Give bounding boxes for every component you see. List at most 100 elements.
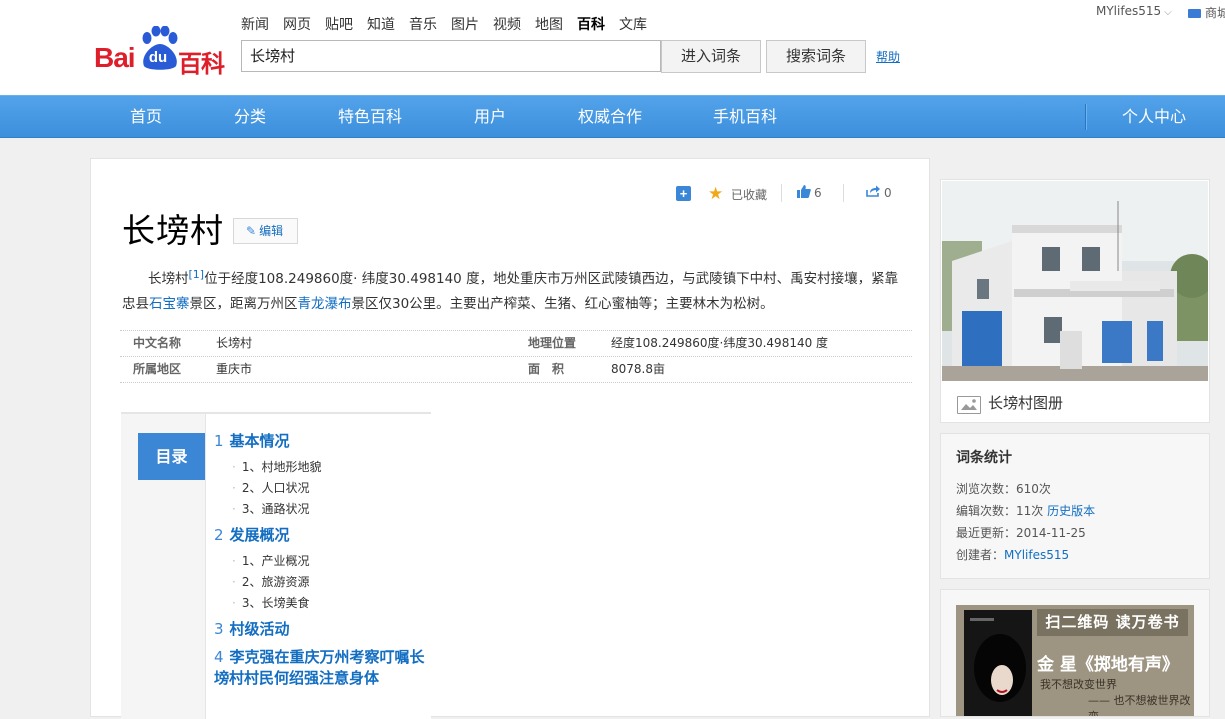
page-title: 长塝村	[122, 211, 224, 250]
toc-sub-label: 2、旅游资源	[241, 575, 310, 589]
like-count: 6	[814, 186, 822, 200]
share-icon[interactable]	[866, 185, 880, 201]
nav-music[interactable]: 音乐	[409, 14, 437, 34]
toc-subitem[interactable]: · 1、村地形地貌	[232, 458, 321, 475]
shop-link[interactable]: 商城	[1188, 4, 1225, 21]
edit-count-text: 编辑次数：11次	[956, 504, 1048, 518]
summary-text: 景区仅30公里。主要出产榨菜、生猪、红心蜜柚等；主要林木为松树。	[351, 296, 774, 312]
book-ad-banner[interactable]: 扫二维码 读万卷书 金 星《掷地有声》 我不想改变世界 —— 也不想被世界改变	[956, 605, 1194, 717]
toc-section-3[interactable]: 3 村级活动	[214, 619, 426, 640]
nav-mobile[interactable]: 手机百科	[713, 96, 777, 137]
album-title[interactable]: 长塝村图册	[988, 392, 1063, 413]
ad-card: 扫二维码 读万卷书 金 星《掷地有声》 我不想改变世界 —— 也不想被世界改变	[940, 589, 1210, 717]
toc-sub-label: 1、产业概况	[241, 554, 310, 568]
toc-sub-label: 2、人口状况	[241, 481, 310, 495]
logo-baike: 百科	[178, 50, 225, 78]
share-count: 0	[884, 186, 892, 200]
nav-home[interactable]: 首页	[130, 96, 162, 137]
product-nav: 新闻 网页 贴吧 知道 音乐 图片 视频 地图 百科 文库	[241, 14, 661, 34]
info-value: 8078.8亩	[611, 362, 665, 376]
nav-wenku[interactable]: 文库	[619, 14, 647, 34]
ad-headline: 扫二维码 读万卷书	[1037, 609, 1188, 636]
edit-label: 编辑	[259, 224, 284, 238]
stats-title: 词条统计	[956, 450, 1012, 466]
toc-label: 目录	[138, 433, 205, 480]
top-header: Bai du 百科 新闻 网页 贴吧 知道 音乐 图片 视频 地图 百科 文库 …	[0, 0, 1225, 95]
toc-section-2[interactable]: 2 发展概况	[214, 525, 426, 546]
creator-link[interactable]: MYlifes515	[1004, 548, 1069, 562]
album-card[interactable]: 长塝村图册	[940, 179, 1210, 423]
thumbs-up-icon[interactable]	[797, 185, 811, 202]
album-icon	[957, 396, 981, 414]
article-summary: 长塝村[1]位于经度108.249860度· 纬度30.498140 度，地处重…	[122, 262, 910, 317]
nav-web[interactable]: 网页	[283, 14, 311, 34]
table-of-contents: 目录 1 基本情况 · 1、村地形地貌 · 2、人口状况 · 3、通路状况 2 发展概况 …	[121, 412, 431, 719]
info-key: 所属地区	[133, 362, 182, 376]
toc-subitem[interactable]: · 2、人口状况	[232, 479, 309, 496]
user-menu[interactable]: MYlifes515 ⌵	[1096, 4, 1172, 18]
ad-tagline-2: —— 也不想被世界改变	[1088, 694, 1191, 717]
help-link[interactable]: 帮助	[876, 48, 900, 65]
logo-du: du	[148, 49, 168, 66]
toc-number: 2	[214, 526, 224, 544]
nav-featured[interactable]: 特色百科	[338, 96, 402, 137]
nav-zhidao[interactable]: 知道	[367, 14, 395, 34]
toc-subitem[interactable]: · 2、旅游资源	[232, 573, 309, 590]
view-count: 浏览次数：610次	[956, 482, 1051, 496]
toc-title: 李克强在重庆万州考察叮嘱长塝村村民何绍强注意身体	[214, 648, 425, 687]
edit-count: 编辑次数：11次 历史版本	[956, 502, 1095, 519]
toolbar-divider	[843, 184, 844, 202]
info-key: 地理位置	[528, 336, 577, 350]
info-row: 所属地区 重庆市 面 积 8078.8亩	[120, 357, 912, 383]
main-nav-bar: 首页 分类 特色百科 用户 权威合作 手机百科 个人中心	[0, 95, 1225, 138]
reference-link[interactable]: [1]	[189, 268, 205, 281]
nav-partners[interactable]: 权威合作	[578, 96, 642, 137]
toc-subitem[interactable]: · 1、产业概况	[232, 552, 309, 569]
link-qinglong-waterfall[interactable]: 青龙瀑布	[298, 296, 352, 312]
nav-divider	[1085, 104, 1087, 130]
toc-title: 村级活动	[229, 620, 290, 638]
favorited-label[interactable]: 已收藏	[731, 186, 767, 203]
enter-entry-button[interactable]: 进入词条	[661, 40, 761, 73]
toc-title: 基本情况	[229, 432, 290, 450]
ad-tagline-1: 我不想改变世界	[1040, 678, 1117, 691]
star-icon[interactable]: ★	[708, 184, 723, 204]
info-key: 面 积	[528, 362, 565, 376]
basic-info-table: 中文名称 长塝村 地理位置 经度108.249860度·纬度30.498140 …	[120, 330, 912, 383]
toc-subitem[interactable]: · 3、通路状况	[232, 500, 309, 517]
toolbar-divider	[781, 184, 782, 202]
info-value: 长塝村	[216, 336, 253, 350]
village-photo[interactable]	[942, 181, 1208, 381]
nav-users[interactable]: 用户	[474, 96, 506, 137]
toc-number: 4	[214, 648, 224, 666]
add-icon[interactable]: +	[676, 186, 691, 201]
chevron-down-icon: ⌵	[1164, 7, 1172, 18]
toc-section-1[interactable]: 1 基本情况	[214, 431, 426, 452]
search-input[interactable]: 长塝村	[241, 40, 661, 72]
toc-subitem[interactable]: · 3、长塝美食	[232, 594, 309, 611]
search-entry-button[interactable]: 搜索词条	[766, 40, 866, 73]
toc-section-4[interactable]: 4 李克强在重庆万州考察叮嘱长塝村村民何绍强注意身体	[214, 647, 426, 689]
nav-category[interactable]: 分类	[234, 96, 266, 137]
toc-sub-label: 1、村地形地貌	[241, 460, 322, 474]
ad-book-title: 金 星《掷地有声》	[1037, 655, 1179, 675]
nav-personal-center[interactable]: 个人中心	[1122, 96, 1186, 137]
creator: 创建者：MYlifes515	[956, 546, 1069, 563]
baidu-baike-logo[interactable]: Bai du 百科	[94, 26, 229, 78]
toc-title: 发展概况	[229, 526, 290, 544]
nav-images[interactable]: 图片	[451, 14, 479, 34]
link-shibaozhai[interactable]: 石宝寨	[149, 296, 190, 312]
entry-stats-card: 词条统计 浏览次数：610次 编辑次数：11次 历史版本 最近更新：2014-1…	[940, 433, 1210, 579]
nav-news[interactable]: 新闻	[241, 14, 269, 34]
toc-sub-label: 3、长塝美食	[241, 596, 310, 610]
pencil-icon: ✎	[246, 224, 257, 238]
nav-video[interactable]: 视频	[493, 14, 521, 34]
username: MYlifes515	[1096, 4, 1162, 18]
nav-map[interactable]: 地图	[535, 14, 563, 34]
history-link[interactable]: 历史版本	[1047, 504, 1095, 518]
nav-tieba[interactable]: 贴吧	[325, 14, 353, 34]
nav-baike[interactable]: 百科	[577, 14, 605, 34]
shop-label: 商城	[1205, 6, 1225, 20]
last-updated: 最近更新：2014-11-25	[956, 526, 1086, 540]
edit-button[interactable]: ✎ 编辑	[233, 218, 298, 244]
